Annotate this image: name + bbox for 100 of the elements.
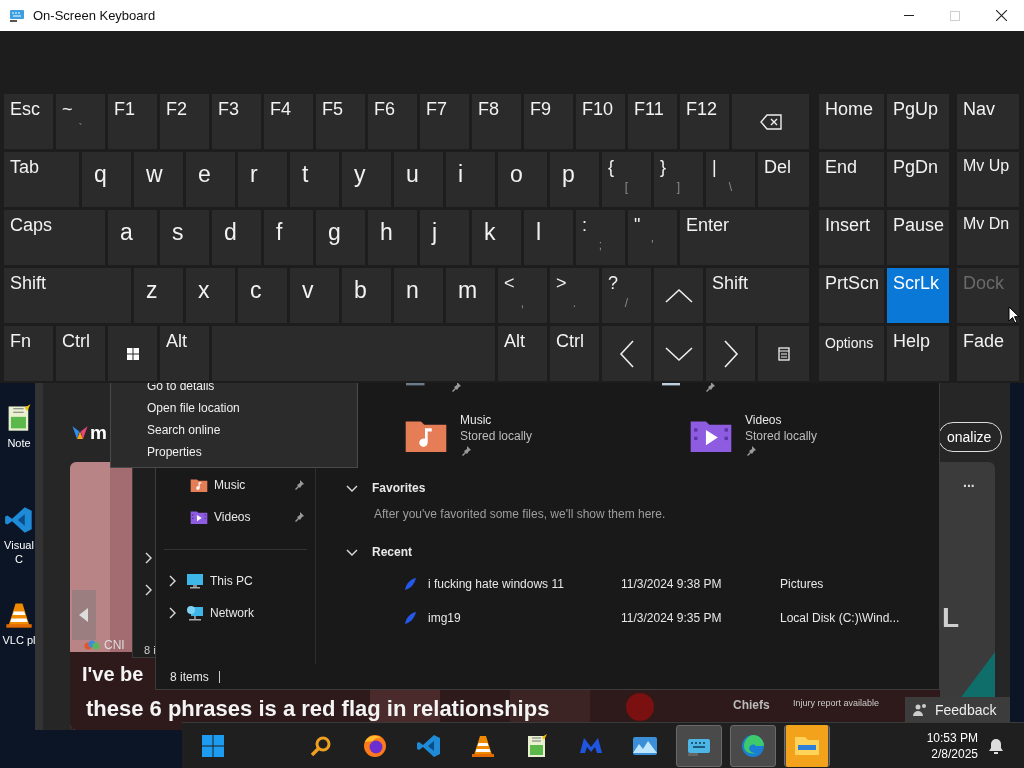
keyboard-key[interactable]: Mv Up [957, 152, 1019, 207]
keyboard-key[interactable]: < , [498, 268, 547, 323]
keyboard-key[interactable]: g [316, 210, 365, 265]
keyboard-key[interactable]: Nav [957, 94, 1019, 149]
keyboard-key[interactable]: PrtScn [819, 268, 884, 323]
keyboard-key[interactable] [758, 326, 809, 381]
keyboard-key[interactable]: q [82, 152, 131, 207]
keyboard-key[interactable]: Enter [680, 210, 809, 265]
keyboard-key[interactable]: Help [887, 326, 949, 381]
section-header[interactable]: Recent [372, 545, 412, 559]
nav-item[interactable]: Music [156, 469, 315, 501]
keyboard-key[interactable]: Options [819, 326, 884, 381]
keyboard-key[interactable]: l [524, 210, 573, 265]
desktop-icon-label[interactable]: Visual C [2, 538, 36, 566]
keyboard-key[interactable]: Ctrl [56, 326, 105, 381]
keyboard-key[interactable]: F4 [264, 94, 313, 149]
menu-item[interactable]: Search online [111, 419, 357, 441]
keyboard-key[interactable]: r [238, 152, 287, 207]
keyboard-key[interactable]: Insert [819, 210, 884, 265]
bell-icon[interactable] [988, 737, 1004, 754]
keyboard-key[interactable]: a [108, 210, 157, 265]
keyboard-key[interactable]: Caps [4, 210, 105, 265]
keyboard-key[interactable]: F10 [576, 94, 625, 149]
keyboard-key[interactable]: c [238, 268, 287, 323]
keyboard-key[interactable]: F2 [160, 94, 209, 149]
keyboard-key[interactable]: h [368, 210, 417, 265]
keyboard-key[interactable]: u [394, 152, 443, 207]
keyboard-key[interactable]: v [290, 268, 339, 323]
more-options-button[interactable]: ... [963, 474, 975, 490]
keyboard-key[interactable]: ScrLk [887, 268, 949, 323]
keyboard-key[interactable]: n [394, 268, 443, 323]
keyboard-key[interactable]: j [420, 210, 469, 265]
taskbar-button[interactable] [730, 724, 776, 767]
keyboard-key[interactable]: Mv Dn [957, 210, 1019, 265]
menu-item[interactable]: Properties [111, 441, 357, 463]
keyboard-key[interactable]: : ; [576, 210, 625, 265]
keyboard-key[interactable]: f [264, 210, 313, 265]
personalize-button[interactable]: onalize [938, 422, 1003, 452]
keyboard-key[interactable]: z [134, 268, 183, 323]
file-name[interactable]: i fucking hate windows 11 [428, 577, 621, 591]
keyboard-key[interactable]: Alt [498, 326, 547, 381]
keyboard-key[interactable]: m [446, 268, 495, 323]
keyboard-key[interactable]: t [290, 152, 339, 207]
keyboard-key[interactable]: Fade [957, 326, 1019, 381]
tile-name[interactable]: Music [460, 413, 533, 427]
previous-button[interactable] [72, 590, 96, 640]
keyboard-key[interactable]: i [446, 152, 495, 207]
keyboard-key[interactable]: o [498, 152, 547, 207]
keyboard-key[interactable]: > . [550, 268, 599, 323]
keyboard-key[interactable]: Esc [4, 94, 53, 149]
keyboard-key[interactable]: Fn [4, 326, 53, 381]
keyboard-key[interactable]: ? / [602, 268, 651, 323]
keyboard-key[interactable]: F8 [472, 94, 521, 149]
keyboard-key[interactable]: ~ ` [56, 94, 105, 149]
keyboard-key[interactable]: w [134, 152, 183, 207]
desktop-icon-label[interactable]: Note [2, 436, 36, 450]
keyboard-key[interactable]: Tab [4, 152, 79, 207]
keyboard-key[interactable]: F12 [680, 94, 729, 149]
taskbar-button[interactable] [784, 724, 830, 767]
keyboard-key[interactable]: F7 [420, 94, 469, 149]
nav-item[interactable]: This PC [156, 565, 315, 597]
tile-name[interactable]: Videos [745, 413, 818, 427]
section-header[interactable]: Favorites [372, 481, 426, 495]
keyboard-key[interactable]: s [160, 210, 209, 265]
keyboard-key[interactable]: { [ [602, 152, 651, 207]
keyboard-key[interactable]: " ' [628, 210, 677, 265]
keyboard-key[interactable]: Alt [160, 326, 209, 381]
clock-date[interactable]: 2/8/2025 [931, 745, 978, 762]
keyboard-key[interactable]: PgUp [887, 94, 949, 149]
keyboard-key[interactable] [732, 94, 809, 149]
keyboard-key[interactable] [108, 326, 157, 381]
keyboard-key[interactable]: x [186, 268, 235, 323]
feedback-button[interactable]: Feedback [905, 697, 1010, 723]
nav-item[interactable]: Videos [156, 501, 315, 533]
taskbar-button[interactable] [676, 724, 722, 767]
keyboard-key[interactable]: y [342, 152, 391, 207]
keyboard-key[interactable]: Del [758, 152, 809, 207]
keyboard-key[interactable]: End [819, 152, 884, 207]
keyboard-key[interactable]: } ] [654, 152, 703, 207]
keyboard-key[interactable]: p [550, 152, 599, 207]
menu-item[interactable]: Open file location [111, 397, 357, 419]
nav-item[interactable]: Network [156, 597, 315, 629]
keyboard-key[interactable]: Ctrl [550, 326, 599, 381]
clock-time[interactable]: 10:53 PM [926, 729, 978, 746]
keyboard-key[interactable]: | \ [706, 152, 755, 207]
keyboard-key[interactable]: Shift [706, 268, 809, 323]
keyboard-key[interactable]: F9 [524, 94, 573, 149]
keyboard-key[interactable]: PgDn [887, 152, 949, 207]
keyboard-key[interactable]: b [342, 268, 391, 323]
keyboard-key[interactable]: F11 [628, 94, 677, 149]
keyboard-key[interactable]: F6 [368, 94, 417, 149]
keyboard-key[interactable]: Home [819, 94, 884, 149]
keyboard-key[interactable]: Shift [4, 268, 131, 323]
file-name[interactable]: img19 [428, 611, 621, 625]
keyboard-key[interactable]: k [472, 210, 521, 265]
keyboard-key[interactable]: F5 [316, 94, 365, 149]
desktop-icon-label[interactable]: VLC pl [2, 633, 36, 647]
keyboard-key[interactable]: e [186, 152, 235, 207]
keyboard-key[interactable]: d [212, 210, 261, 265]
keyboard-key[interactable]: Pause [887, 210, 949, 265]
